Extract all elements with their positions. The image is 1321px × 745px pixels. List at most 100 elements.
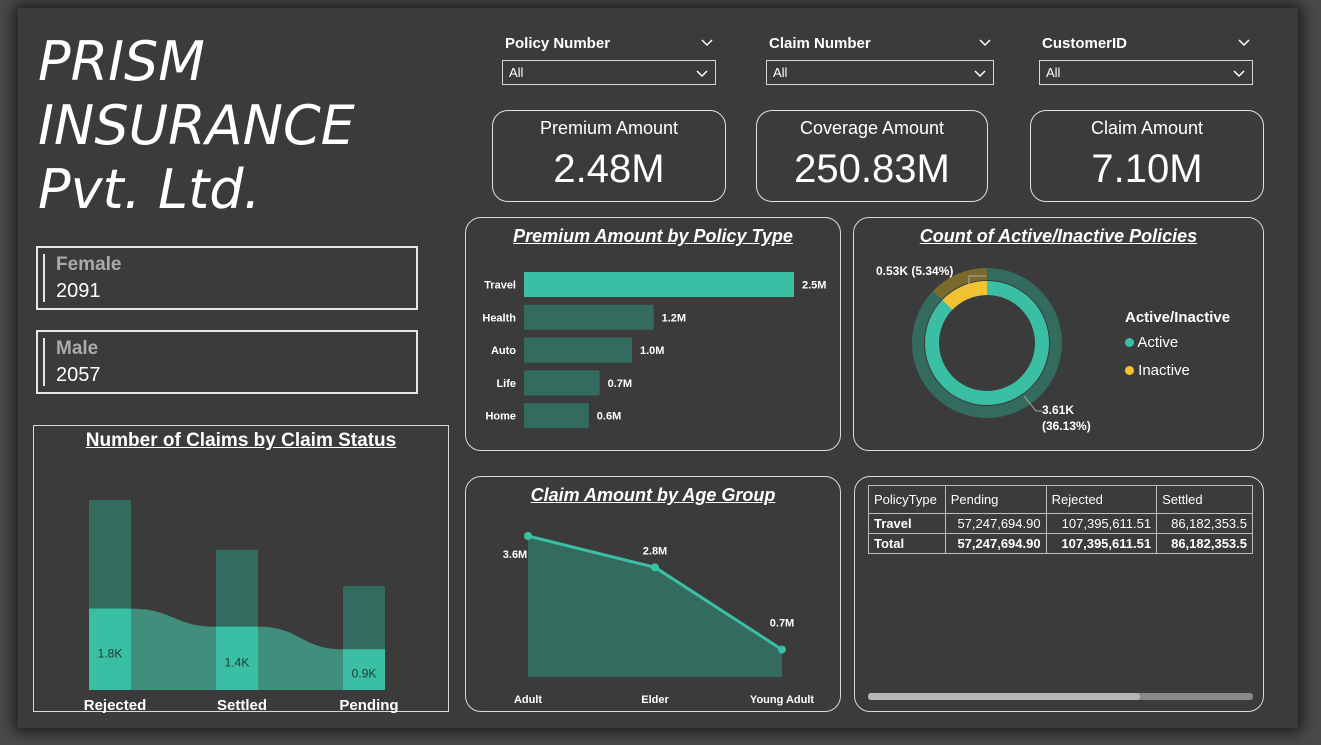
- data-label: 1.8K: [98, 646, 123, 660]
- kpi-label: Coverage Amount: [799, 118, 945, 138]
- table-cell: 107,395,611.51: [1045, 533, 1158, 554]
- chevron-down-icon[interactable]: [978, 38, 992, 48]
- claims-matrix-panel: PolicyType Pending Rejected Settled Trav…: [854, 476, 1264, 712]
- legend-active-dot-icon: [1125, 338, 1134, 347]
- report-canvas: PRISM INSURANCE Pvt. Ltd. Female 2091 Ma…: [18, 8, 1298, 728]
- table-header-row: PolicyType Pending Rejected Settled: [868, 485, 1253, 514]
- active-inactive-donut-chart: 0.53K (5.34%) 3.61K (36.13%): [876, 264, 1091, 433]
- customer-id-dropdown[interactable]: All: [1039, 60, 1253, 85]
- kpi-value: 250.83M: [794, 147, 950, 191]
- chevron-down-icon[interactable]: [1237, 38, 1251, 48]
- data-point-elder: [651, 563, 659, 572]
- slicer-title: Claim Number: [769, 35, 871, 52]
- male-card: Male 2057: [36, 330, 418, 394]
- premium-by-policy-panel: Premium Amount by Policy Type Travel 2.5M…: [465, 217, 841, 451]
- chevron-down-icon[interactable]: [700, 38, 714, 48]
- slicer-title: Policy Number: [505, 35, 611, 52]
- dropdown-arrow-icon: [696, 70, 708, 78]
- active-inactive-panel: Count of Active/Inactive Policies 0.53K …: [853, 217, 1264, 451]
- female-label: Female: [56, 254, 122, 275]
- data-label-inactive: 0.53K (5.34%): [876, 264, 953, 278]
- scrollbar-thumb[interactable]: [868, 693, 1140, 700]
- category-tick-label: Elder: [641, 694, 669, 706]
- claim-by-age-chart: 3.6M Adult 2.8M Elder 0.7M Young Adult: [503, 532, 814, 706]
- category-tick-label: Travel: [484, 280, 516, 292]
- legend-item-active[interactable]: Active: [1125, 334, 1178, 351]
- data-label: 1.0M: [640, 345, 664, 357]
- data-label: 1.4K: [225, 655, 250, 669]
- category-tick-label: Young Adult: [750, 694, 814, 706]
- horizontal-scrollbar[interactable]: [868, 693, 1253, 700]
- table-cell: Travel: [868, 513, 946, 534]
- premium-by-policy-chart: Travel 2.5M Health 1.2M Auto 1.0M Life 0.7M Home…: [482, 272, 826, 429]
- table-total-row: Total 57,247,694.90 107,395,611.51 86,18…: [868, 533, 1253, 554]
- bar-life: [524, 370, 600, 396]
- donut-slice-inactive: [942, 281, 988, 310]
- kpi-label: Claim Amount: [1090, 118, 1204, 138]
- category-tick-label: Settled: [217, 697, 267, 713]
- table-cell: 86,182,353.5: [1156, 513, 1253, 534]
- matrix-viewport[interactable]: PolicyType Pending Rejected Settled Trav…: [868, 485, 1253, 554]
- data-point-adult: [524, 532, 532, 540]
- table-row: Travel 57,247,694.90 107,395,611.51 86,1…: [868, 513, 1253, 534]
- customer-id-slicer[interactable]: CustomerID All: [1039, 32, 1253, 88]
- data-label: 2.5M: [802, 280, 826, 292]
- category-tick-label: Auto: [491, 345, 516, 357]
- male-label: Male: [56, 338, 99, 359]
- table-cell: Total: [868, 533, 946, 554]
- legend-label: Inactive: [1138, 362, 1190, 379]
- legend-label: Active: [1137, 334, 1179, 351]
- claim-number-slicer[interactable]: Claim Number All: [766, 32, 994, 88]
- bar-health: [524, 304, 654, 330]
- category-tick-label: Rejected: [84, 697, 147, 713]
- slicer-value: All: [509, 65, 524, 80]
- company-title: PRISM INSURANCE Pvt. Ltd.: [38, 30, 355, 221]
- column-header[interactable]: Pending: [944, 485, 1047, 514]
- claim-number-dropdown[interactable]: All: [766, 60, 994, 85]
- claims-by-status-chart: 1.8K Rejected 1.4K Settled 0.9K Pending: [84, 500, 399, 713]
- bar-travel: [524, 272, 794, 297]
- category-tick-label: Life: [496, 378, 516, 390]
- data-label: 1.2M: [662, 312, 686, 324]
- category-tick-label: Adult: [514, 694, 542, 706]
- data-label: 0.6M: [597, 411, 621, 423]
- female-card: Female 2091: [36, 246, 418, 310]
- table-cell: 57,247,694.90: [944, 533, 1047, 554]
- legend-title: Active/Inactive: [1125, 309, 1231, 326]
- legend-item-inactive[interactable]: Inactive: [1125, 362, 1190, 379]
- claim-by-age-panel: Claim Amount by Age Group 3.6M Adult 2.8M E…: [465, 476, 841, 712]
- data-label: 0.7M: [608, 378, 632, 390]
- data-label-active: 3.61K: [1042, 403, 1074, 417]
- data-label: 3.6M: [503, 549, 527, 561]
- card-accent-bar: [43, 254, 45, 302]
- dropdown-arrow-icon: [1233, 70, 1245, 78]
- legend-inactive-dot-icon: [1125, 366, 1134, 375]
- claims-matrix-table: PolicyType Pending Rejected Settled Trav…: [868, 485, 1253, 554]
- male-count: 2057: [56, 364, 101, 386]
- column-header[interactable]: Rejected: [1045, 485, 1158, 514]
- category-tick-label: Health: [482, 312, 516, 324]
- data-label: 0.9K: [352, 667, 377, 681]
- column-header[interactable]: Settled: [1156, 485, 1253, 514]
- data-point-young-adult: [778, 645, 786, 654]
- table-cell: 86,182,353.5: [1156, 533, 1253, 554]
- slicer-value: All: [773, 65, 788, 80]
- slicer-title: CustomerID: [1042, 35, 1128, 52]
- claim-kpi-card: Claim Amount 7.10M: [1030, 110, 1264, 202]
- bar-auto: [524, 337, 632, 363]
- table-cell: 57,247,694.90: [944, 513, 1047, 534]
- premium-kpi-card: Premium Amount 2.48M: [492, 110, 726, 202]
- policy-number-dropdown[interactable]: All: [502, 60, 716, 85]
- kpi-value: 2.48M: [553, 147, 665, 191]
- kpi-label: Premium Amount: [539, 118, 679, 138]
- coverage-kpi-card: Coverage Amount 250.83M: [756, 110, 988, 202]
- card-accent-bar: [43, 338, 45, 386]
- claims-by-status-panel: Number of Claims by Claim Status 1.8K Rej…: [33, 425, 449, 713]
- data-label-active-pct: (36.13%): [1042, 419, 1091, 433]
- kpi-value: 7.10M: [1091, 147, 1203, 191]
- data-label: 2.8M: [643, 545, 667, 557]
- policy-number-slicer[interactable]: Policy Number All: [502, 32, 716, 88]
- category-tick-label: Home: [485, 411, 516, 423]
- column-header[interactable]: PolicyType: [868, 485, 946, 514]
- category-tick-label: Pending: [339, 697, 398, 713]
